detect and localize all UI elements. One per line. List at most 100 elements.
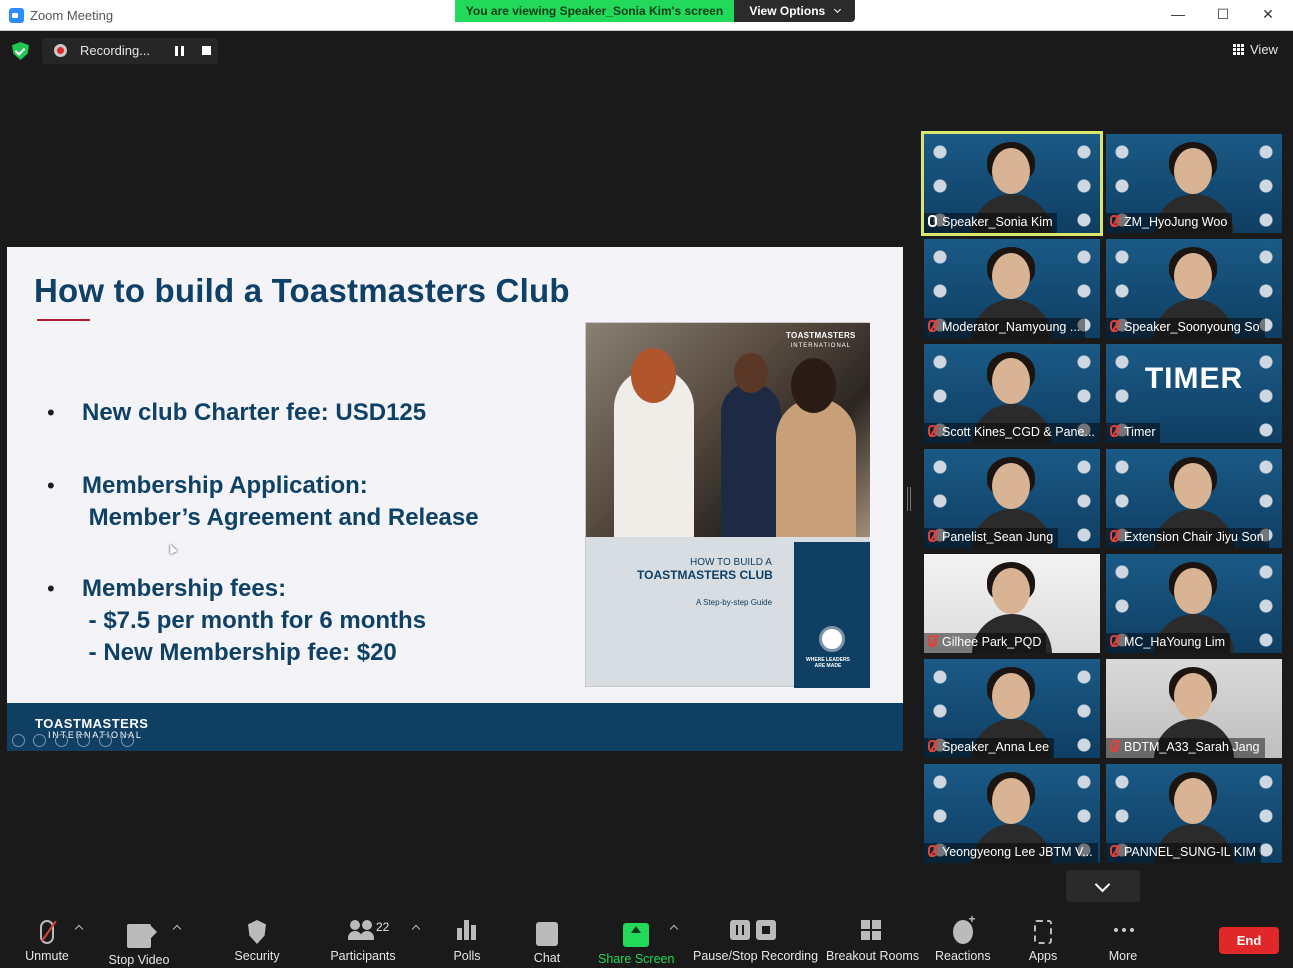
slide-next-icon[interactable] [33,734,46,747]
participant-video [992,358,1030,404]
share-screen-button[interactable]: Share Screen [598,920,674,966]
pause-stop-recording-label: Pause/Stop Recording [693,949,819,963]
apps-button[interactable]: Apps [1024,920,1062,966]
participant-name: Speaker_Sonia Kim [942,215,1053,229]
audio-options-caret-icon[interactable] [74,924,84,934]
recording-label: Recording... [80,43,151,58]
participant-tile[interactable]: ZM_HyoJung Woo [1106,134,1282,233]
slide-bullet-1: New club Charter fee: USD125 [82,399,427,426]
pause-stop-icon [730,920,776,944]
unmute-button[interactable]: Unmute [22,920,72,966]
maximize-button[interactable]: ☐ [1213,6,1233,24]
participants-label: Participants [330,949,396,963]
muted-mic-icon [928,740,937,752]
slide-zoom-icon[interactable] [99,734,112,747]
video-camera-icon [127,924,157,948]
slide-title: How to build a Toastmasters Club [34,272,570,309]
photo-person [791,358,836,413]
meeting-encryption-shield-icon[interactable] [12,42,29,60]
photo-person [734,353,768,393]
participant-video [1174,568,1212,614]
participant-video [992,673,1030,719]
participant-name: BDTM_A33_Sarah Jang [1124,740,1260,754]
slide-pen-icon[interactable] [55,734,68,747]
participant-name: PANNEL_SUNG-IL KIM [1124,845,1256,859]
polls-button[interactable]: Polls [447,920,487,966]
participant-tile[interactable]: TIMER Timer [1106,344,1282,443]
bullet-dot-icon: • [47,576,55,601]
muted-mic-icon [1110,215,1119,227]
participant-video [992,463,1030,509]
slide-more-icon[interactable] [121,734,134,747]
reactions-button[interactable]: Reactions [935,912,991,966]
stop-video-button[interactable]: Stop Video [106,920,172,967]
muted-mic-icon [1110,425,1119,437]
participant-tile[interactable]: Speaker_Anna Lee [924,659,1100,758]
participant-name: Extension Chair Jiyu Son [1124,530,1264,544]
cover-photo: TOASTMASTERS INTERNATIONAL [586,323,870,537]
participant-tile[interactable]: Yeongyeong Lee JBTM V... [924,764,1100,863]
participant-video [1174,778,1212,824]
close-button[interactable]: ✕ [1258,6,1278,24]
participant-video [992,148,1030,194]
participant-video [1174,253,1212,299]
participant-name-tag: Panelist_Sean Jung [924,528,1059,548]
cover-brand-sub: INTERNATIONAL [790,343,852,349]
slide-bullet-2: Membership Application: Member’s Agreeme… [82,472,479,531]
participant-tile[interactable]: BDTM_A33_Sarah Jang [1106,659,1282,758]
cover-line-2: TOASTMASTERS CLUB [637,568,773,582]
stop-recording-icon[interactable] [202,46,211,55]
stop-video-label: Stop Video [108,953,170,967]
participants-options-caret-icon[interactable] [411,924,421,934]
slide-prev-icon[interactable] [12,734,25,747]
pause-recording-icon[interactable] [175,46,184,56]
gallery-scroll-down-button[interactable] [1066,870,1140,902]
bullet-dot-icon: • [47,473,55,498]
participant-tile[interactable]: MC_HaYoung Lim [1106,554,1282,653]
video-options-caret-icon[interactable] [172,924,182,934]
muted-mic-icon [1110,635,1119,647]
cover-brand-name: TOASTMASTERS [786,331,856,340]
participant-name-tag: Scott Kines_CGD & Pane... [924,423,1100,443]
participant-tile[interactable]: Speaker_Soonyoung So [1106,239,1282,338]
participant-video [992,253,1030,299]
minimize-button[interactable]: — [1168,6,1188,24]
photo-person [776,398,856,537]
participant-tile[interactable]: Gilhee Park_PQD [924,554,1100,653]
panel-resize-handle[interactable] [907,487,911,511]
chat-button[interactable]: Chat [527,920,567,966]
security-shield-icon [248,920,266,944]
participant-video [1174,673,1212,719]
participant-tile[interactable]: Scott Kines_CGD & Pane... [924,344,1100,443]
view-layout-button[interactable]: View [1233,42,1278,60]
participant-name: Gilhee Park_PQD [942,635,1042,649]
viewing-screen-banner: You are viewing Speaker_Sonia Kim's scre… [455,0,734,22]
chevron-down-icon [833,5,841,14]
end-meeting-button[interactable]: End [1219,927,1279,954]
view-label: View [1250,42,1278,57]
participant-tile[interactable]: PANNEL_SUNG-IL KIM [1106,764,1282,863]
participants-button[interactable]: 22 Participants [328,920,398,966]
muted-mic-icon [1110,845,1119,857]
chat-bubble-icon [536,922,558,946]
participant-name-tag: Moderator_Namyoung ... [924,318,1086,338]
participant-video [992,568,1030,614]
photo-person [721,383,781,537]
participant-tile[interactable]: Speaker_Sonia Kim [921,131,1103,236]
participant-tile[interactable]: Panelist_Sean Jung [924,449,1100,548]
breakout-rooms-button[interactable]: Breakout Rooms [826,920,919,966]
participant-name: Timer [1124,425,1156,439]
tile-text: TIMER [1144,362,1244,395]
participant-name-tag: Speaker_Sonia Kim [924,213,1058,233]
participant-tile[interactable]: Extension Chair Jiyu Son [1106,449,1282,548]
security-button[interactable]: Security [232,920,282,966]
pause-stop-recording-button[interactable]: Pause/Stop Recording [693,920,818,966]
participant-tile[interactable]: Moderator_Namyoung ... [924,239,1100,338]
participant-name-tag: Extension Chair Jiyu Son [1106,528,1269,548]
share-screen-arrow-icon [623,923,649,947]
more-button[interactable]: More [1104,920,1142,966]
mic-icon [928,215,937,227]
view-options-button[interactable]: View Options [734,0,855,22]
slide-thumbnails-icon[interactable] [77,734,90,747]
shared-screen-slide: How to build a Toastmasters Club • New c… [7,247,903,751]
